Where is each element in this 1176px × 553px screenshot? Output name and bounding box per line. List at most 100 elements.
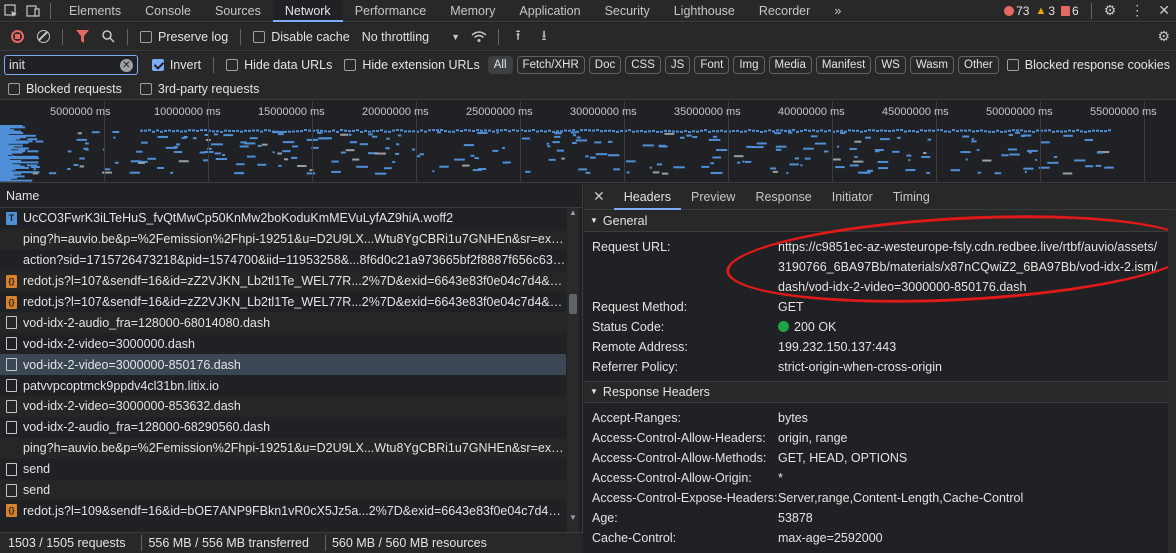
type-filter-media[interactable]: Media [768, 56, 812, 74]
type-filter-css[interactable]: CSS [625, 56, 661, 74]
request-row[interactable]: vod-idx-2-video=3000000-853632.dash [0, 396, 566, 417]
header-value[interactable]: 53878 [778, 508, 827, 528]
close-detail-icon[interactable]: ✕ [584, 188, 614, 205]
header-value[interactable]: 199.232.150.137:443 [778, 337, 910, 357]
network-conditions-button[interactable] [466, 25, 492, 49]
tab-sources[interactable]: Sources [203, 0, 273, 22]
blocked-response-cookies-checkbox[interactable]: Blocked response cookies [1006, 58, 1170, 72]
header-value[interactable]: 200 OK [778, 317, 850, 337]
tab-performance[interactable]: Performance [343, 0, 439, 22]
tab-console[interactable]: Console [133, 0, 203, 22]
more-options-icon[interactable]: ⋮ [1130, 2, 1144, 19]
detail-scrollbar[interactable] [1168, 210, 1176, 553]
tab-recorder[interactable]: Recorder [747, 0, 822, 22]
header-value[interactable]: strict-origin-when-cross-origin [778, 357, 956, 377]
tab-security[interactable]: Security [593, 0, 662, 22]
type-filter-font[interactable]: Font [694, 56, 730, 74]
more-tabs-button[interactable]: » [822, 0, 853, 22]
issues-count[interactable]: 6 [1061, 4, 1079, 18]
header-value[interactable]: * [778, 468, 797, 488]
preserve-log-checkbox[interactable]: Preserve log [140, 30, 228, 44]
type-filter-fetchxhr[interactable]: Fetch/XHR [516, 56, 585, 74]
type-filter-doc[interactable]: Doc [588, 56, 622, 74]
request-row[interactable]: send [0, 479, 566, 501]
checkbox[interactable] [253, 30, 266, 43]
type-filter-other[interactable]: Other [958, 56, 999, 74]
header-value[interactable]: Server,range,Content-Length,Cache-Contro… [778, 488, 1037, 508]
request-row[interactable]: vod-idx-2-video=3000000.dash [0, 333, 566, 354]
type-filter-ws[interactable]: WS [875, 56, 906, 74]
tab-memory[interactable]: Memory [438, 0, 507, 22]
tab-elements[interactable]: Elements [57, 0, 133, 22]
record-stop-button[interactable] [4, 25, 30, 49]
warning-count[interactable]: ▲ 3 [1035, 4, 1055, 18]
detail-tab-response[interactable]: Response [745, 184, 821, 210]
device-toolbar-icon[interactable] [22, 0, 44, 22]
type-filter-js[interactable]: JS [664, 56, 691, 74]
header-value[interactable]: origin, range [778, 428, 862, 448]
tab-network[interactable]: Network [272, 0, 343, 22]
scrollbar-thumb[interactable] [569, 294, 577, 314]
request-row[interactable]: ping?h=auvio.be&p=%2Femission%2Fhpi-1925… [0, 228, 566, 250]
response-headers-section-header[interactable]: ▼ Response Headers [584, 381, 1176, 403]
checkbox[interactable] [8, 82, 20, 95]
checkbox[interactable] [226, 59, 239, 71]
tab-lighthouse[interactable]: Lighthouse [662, 0, 747, 22]
request-row[interactable]: {} redot.js?l=107&sendf=16&id=zZ2VJKN_Lb2… [0, 292, 566, 313]
header-value[interactable]: GET, HEAD, OPTIONS [778, 448, 921, 468]
import-har-button[interactable]: ⭱ [505, 25, 531, 49]
filter-toggle-button[interactable] [69, 25, 95, 49]
filter-input[interactable]: init ✕ [4, 55, 138, 75]
hide-extension-urls-checkbox[interactable]: Hide extension URLs [344, 58, 480, 72]
request-row[interactable]: vod-idx-2-audio_fra=128000-68014080.dash [0, 312, 566, 334]
type-filter-wasm[interactable]: Wasm [909, 56, 954, 74]
general-section-header[interactable]: ▼ General [584, 210, 1176, 232]
disable-cache-checkbox[interactable]: Disable cache [253, 30, 350, 44]
checkbox[interactable] [139, 82, 152, 95]
settings-gear-icon[interactable]: ⚙ [1104, 2, 1117, 19]
request-row[interactable]: {} redot.js?l=107&sendf=16&id=zZ2VJKN_Lb2… [0, 270, 566, 292]
export-har-button[interactable]: ⭳ [531, 25, 557, 49]
detail-tab-preview[interactable]: Preview [681, 184, 745, 210]
issue-counters[interactable]: 73 ▲ 3 6 ⚙ ⋮ ✕ [1004, 2, 1176, 19]
network-settings-button[interactable]: ⚙ [1157, 28, 1176, 45]
request-row[interactable]: patvvpcoptmck9ppdv4cl31bn.litix.io [0, 375, 566, 396]
type-filter-img[interactable]: Img [733, 56, 765, 74]
request-row[interactable]: send [0, 459, 566, 480]
detail-tab-headers[interactable]: Headers [613, 184, 681, 210]
checkbox[interactable] [1006, 59, 1019, 71]
request-row[interactable]: vod-idx-2-video=3000000-850176.dash [0, 354, 566, 376]
checkbox[interactable] [140, 30, 152, 43]
request-row[interactable]: action?sid=1715726473218&pid=1574700&iid… [0, 250, 566, 271]
detail-tab-initiator[interactable]: Initiator [822, 184, 883, 210]
name-column-header[interactable]: Name [0, 184, 582, 208]
header-value[interactable]: https://c9851ec-az-westeurope-fsly.cdn.r… [778, 237, 1176, 297]
search-button[interactable] [95, 25, 121, 49]
request-row[interactable]: vod-idx-2-audio_fra=128000-68290560.dash [0, 417, 566, 438]
close-devtools-icon[interactable]: ✕ [1158, 2, 1170, 19]
request-row[interactable]: ping?h=auvio.be&p=%2Femission%2Fhpi-1925… [0, 437, 566, 459]
network-overview-timeline[interactable]: 5000000 ms 10000000 ms 15000000 ms 20000000… [0, 101, 1176, 183]
invert-checkbox[interactable]: Invert [151, 58, 201, 72]
request-row[interactable]: T UcCO3FwrK3iLTeHuS_fvQtMwCp50KnMw2boKodu… [0, 208, 566, 229]
clear-button[interactable] [30, 25, 56, 49]
header-value[interactable]: GET [778, 297, 818, 317]
blocked-requests-checkbox[interactable]: Blocked requests [8, 82, 122, 96]
list-scrollbar[interactable]: ▲ ▼ [567, 208, 579, 532]
tab-application[interactable]: Application [507, 0, 592, 22]
throttling-select[interactable]: No throttling ▼ [362, 30, 460, 44]
scroll-up-icon[interactable]: ▲ [569, 208, 577, 217]
third-party-requests-checkbox[interactable]: 3rd-party requests [139, 82, 259, 96]
inspect-element-icon[interactable] [0, 0, 22, 22]
clear-filter-icon[interactable]: ✕ [119, 58, 133, 72]
header-value[interactable]: max-age=2592000 [778, 528, 897, 548]
type-filter-all[interactable]: All [487, 56, 513, 74]
checkbox[interactable] [151, 59, 164, 71]
type-filter-manifest[interactable]: Manifest [815, 56, 872, 74]
scroll-down-icon[interactable]: ▼ [569, 513, 577, 522]
hide-data-urls-checkbox[interactable]: Hide data URLs [226, 58, 332, 72]
request-row[interactable]: {} redot.js?l=109&sendf=16&id=bOE7ANP9FBk… [0, 500, 566, 521]
checkbox[interactable] [344, 59, 357, 71]
header-value[interactable]: bytes [778, 408, 822, 428]
error-count[interactable]: 73 [1004, 4, 1029, 18]
